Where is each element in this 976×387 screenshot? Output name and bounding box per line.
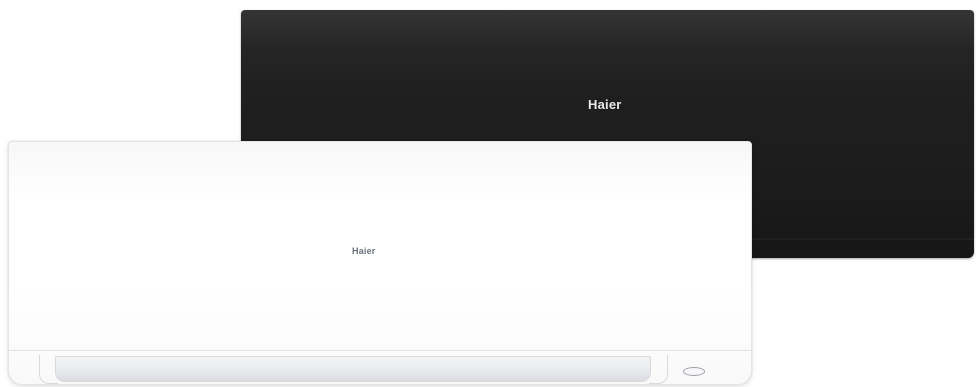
front-panel-edge — [9, 350, 751, 351]
louver-right-end — [649, 355, 668, 384]
black-unit-sheen — [241, 10, 974, 50]
air-louver — [55, 356, 651, 382]
product-scene: Haier Haier — [0, 0, 976, 387]
white-ac-unit: Haier — [8, 141, 752, 385]
black-unit-logo: Haier — [588, 97, 622, 112]
status-light-icon — [683, 367, 705, 376]
white-unit-logo: Haier — [352, 246, 376, 256]
